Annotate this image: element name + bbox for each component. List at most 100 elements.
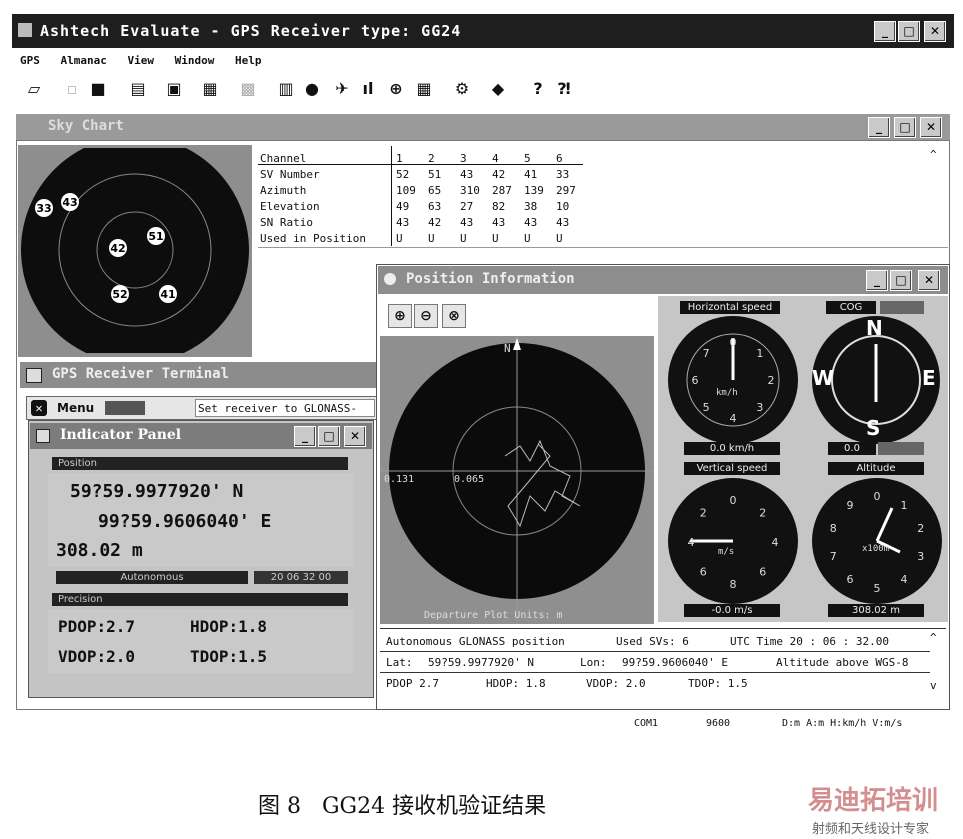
sky-chart-close-button[interactable]: ✕: [920, 117, 942, 138]
gauge-tick-label: 0: [874, 490, 881, 503]
new-icon[interactable]: ▱: [24, 80, 44, 98]
table-row-label: SV Number: [260, 167, 320, 181]
table-icon[interactable]: ▦: [414, 80, 434, 98]
indicator-maximize-button[interactable]: □: [318, 426, 340, 447]
satellite-table-rule-h2: [258, 247, 948, 248]
sky-scroll-up-icon[interactable]: ^: [930, 148, 937, 161]
sky-plot: 33 43 42 51 52 41: [21, 148, 249, 353]
zoom-out-icon[interactable]: ⊖: [414, 304, 438, 328]
position-header: Position: [52, 457, 348, 470]
gauge-tick-label: 4: [901, 573, 908, 586]
menu-almanac[interactable]: Almanac: [61, 54, 107, 67]
table-row: SV Number 52 51 43 42 41 33: [260, 166, 588, 182]
zoom-fit-icon[interactable]: ⊗: [442, 304, 466, 328]
sky-chart-minimize-button[interactable]: _: [868, 117, 890, 138]
table-cell: 49: [396, 199, 410, 213]
terminal-send-icon[interactable]: [105, 401, 145, 415]
calculator-icon[interactable]: ▦: [200, 80, 220, 98]
satellite-marker-label: 41: [160, 288, 175, 301]
watermark-top: 易迪拓培训: [808, 786, 939, 816]
sky-horizon-circle: [21, 148, 249, 353]
table-cell: 33: [556, 167, 570, 181]
terminal-title: GPS Receiver Terminal: [52, 366, 230, 382]
lon-label: Lon:: [580, 656, 607, 669]
terminal-menu-button[interactable]: Menu: [57, 401, 94, 415]
grid-icon[interactable]: ▩: [238, 80, 258, 98]
satellite-table-rule-h: [258, 164, 583, 165]
utc-time: UTC Time 20 : 06 : 32.00: [730, 635, 889, 648]
book-icon[interactable]: ◆: [488, 80, 508, 98]
indicator-close-button[interactable]: ✕: [344, 426, 366, 447]
save-icon[interactable]: ■: [88, 80, 108, 98]
vdop-status: VDOP: 2.0: [586, 677, 646, 690]
app-title: Ashtech Evaluate - GPS Receiver type: GG…: [40, 22, 462, 40]
maximize-button[interactable]: □: [898, 21, 920, 42]
menu-view[interactable]: View: [127, 54, 154, 67]
gauge-tick-label: 8: [830, 522, 837, 535]
position-display: 59?59.9977920' N 99?59.9606040' E 308.02…: [48, 473, 354, 567]
sky-chart-maximize-button[interactable]: □: [894, 117, 916, 138]
position-header-label: Position: [58, 458, 97, 469]
open-icon[interactable]: ▫: [62, 80, 82, 98]
globe-icon[interactable]: ●: [302, 80, 322, 98]
monitor-icon[interactable]: ▣: [164, 80, 184, 98]
plot-mid-tick: 0.065: [454, 474, 485, 485]
satellite-icon[interactable]: ✈: [332, 80, 352, 98]
tools-icon[interactable]: ⚙: [452, 80, 472, 98]
baud-rate: 9600: [706, 718, 731, 729]
gauge-tick-label: 7: [703, 347, 710, 360]
gauge-tick-label: 4: [688, 536, 695, 549]
menu-help[interactable]: Help: [235, 54, 262, 67]
plot-left-tick: 0.131: [384, 474, 415, 485]
gauge-tick-label: 2: [700, 506, 707, 519]
altitude-label: Altitude: [828, 462, 924, 475]
table-row-label: SN Ratio: [260, 215, 313, 229]
table-cell: U: [524, 231, 531, 245]
gauge-tick-label: 0: [730, 336, 737, 349]
cog-n: N: [866, 316, 883, 340]
table-row-label: Azimuth: [260, 183, 307, 197]
minimize-button[interactable]: _: [874, 21, 896, 42]
terminal-close-icon[interactable]: ✕: [31, 400, 47, 416]
gauge-tick-label: 4: [772, 536, 779, 549]
satellite-marker-label: 52: [112, 288, 127, 301]
position-info-maximize-button[interactable]: □: [890, 270, 912, 291]
table-cell: 42: [428, 215, 442, 229]
vdop-value: VDOP:2.0: [58, 647, 136, 666]
table-cell: 287: [492, 183, 512, 197]
sky-chart-title-bar: Sky Chart: [16, 114, 950, 140]
cog-w: W: [812, 366, 835, 390]
status-scroll-up-icon[interactable]: ^: [930, 631, 937, 644]
print-icon[interactable]: ▤: [128, 80, 148, 98]
position-info-close-button[interactable]: ✕: [918, 270, 940, 291]
table-cell: 52: [396, 167, 410, 181]
gauge-tick-label: 2: [768, 374, 775, 387]
table-cell: 27: [460, 199, 474, 213]
horizontal-speed-value: 0.0 km/h: [684, 442, 780, 455]
table-cell: 43: [556, 215, 570, 229]
signal-icon[interactable]: ıl: [358, 80, 378, 98]
pdop-status: PDOP 2.7: [386, 677, 439, 690]
tdop-value: TDOP:1.5: [190, 647, 268, 666]
help-icon[interactable]: ?: [528, 80, 548, 98]
departure-plot: N 0.131 0.065 Departure Plot Units: m: [380, 336, 654, 624]
gauge-tick-label: 6: [759, 566, 766, 579]
table-cell: 82: [492, 199, 506, 213]
terminal-command-input[interactable]: Set receiver to GLONASS-: [195, 399, 375, 417]
position-info-minimize-button[interactable]: _: [866, 270, 888, 291]
menu-gps[interactable]: GPS: [20, 54, 40, 67]
altitude-unit: x100m: [862, 544, 890, 554]
units-info: D:m A:m H:km/h V:m/s: [782, 718, 903, 729]
zoom-in-icon[interactable]: ⊕: [388, 304, 412, 328]
cog-label-bar: [880, 301, 924, 314]
status-scroll-down-icon[interactable]: v: [930, 679, 937, 692]
menu-window[interactable]: Window: [175, 54, 215, 67]
compass-icon[interactable]: ⊕: [386, 80, 406, 98]
close-button[interactable]: ✕: [924, 21, 946, 42]
chart-icon[interactable]: ▥: [276, 80, 296, 98]
lat-label: Lat:: [386, 656, 413, 669]
indicator-minimize-button[interactable]: _: [294, 426, 316, 447]
context-help-icon[interactable]: ⁈: [554, 80, 574, 98]
indicator-icon: [36, 429, 50, 443]
altitude-above-label: Altitude above WGS-8: [776, 656, 909, 669]
